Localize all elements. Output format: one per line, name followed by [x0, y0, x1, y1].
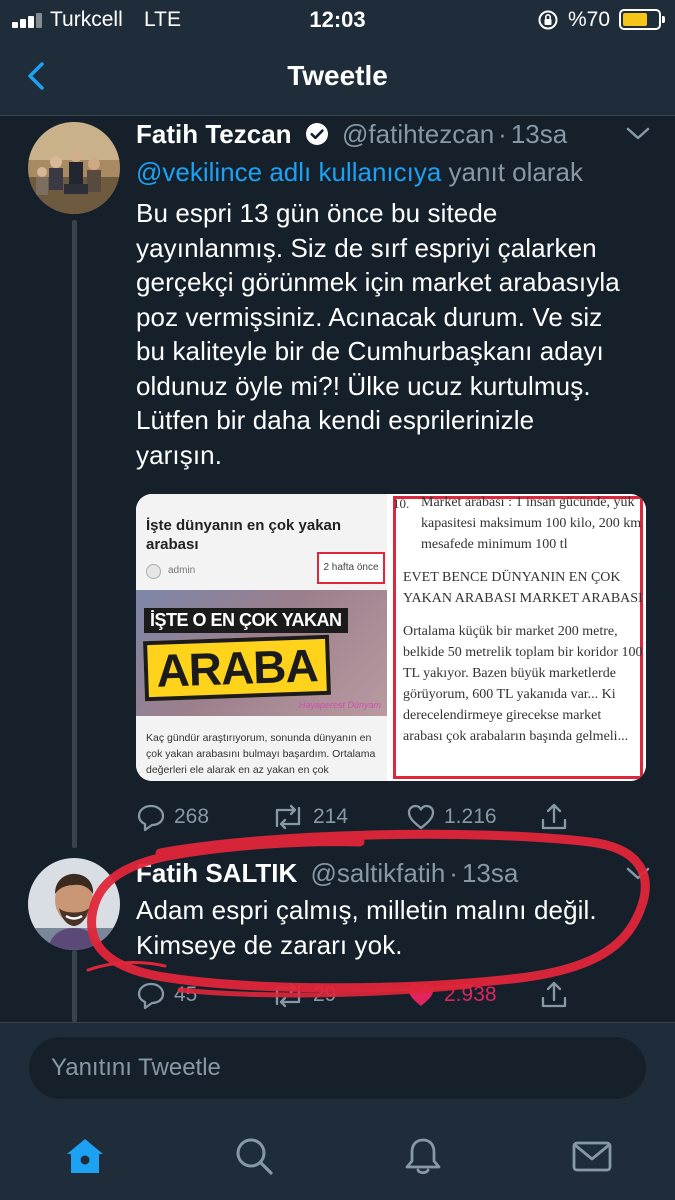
tweet-actions: 268 214 1.216 [136, 799, 656, 835]
status-bar: Turkcell LTE 12:03 %70 [0, 0, 675, 40]
reply-suffix: yanıt olarak [448, 157, 583, 187]
avatar[interactable] [28, 122, 120, 214]
tweet-time: 13sa [461, 858, 519, 888]
banner-headline: İŞTE O EN ÇOK YAKAN [144, 608, 348, 633]
reply-input[interactable] [29, 1037, 646, 1099]
media-image-right[interactable]: 10. Market arabası : 1 insan gücünde, yü… [391, 494, 646, 781]
author-avatar-icon [146, 564, 161, 579]
orientation-lock-icon [538, 10, 558, 30]
display-name[interactable]: Fatih SALTIK [136, 858, 297, 888]
tweet-text: Adam espri çalmış, milletin malını değil… [136, 895, 597, 960]
reply-count: 45 [174, 983, 198, 1006]
tweet-header: Fatih Tezcan @fatihtezcan · 13sa [136, 119, 567, 150]
like-count: 1.216 [444, 805, 497, 828]
top-header: Tweetle [0, 40, 675, 116]
heart-filled-icon [409, 984, 433, 1006]
tweet-media[interactable]: İşte dünyanın en çok yakan arabası admin… [136, 494, 646, 781]
reply-button[interactable]: 268 [136, 799, 209, 835]
bell-icon[interactable] [401, 1134, 445, 1178]
like-button[interactable]: 2.938 [406, 977, 497, 1013]
home-icon[interactable] [63, 1134, 107, 1178]
user-handle[interactable]: @fatihtezcan [342, 119, 494, 149]
tweet-header: Fatih SALTIK @saltikfatih · 13sa [136, 858, 518, 889]
excerpt-paragraph: Market arabası : 1 insan gücünde, yük ka… [421, 495, 642, 552]
retweet-icon [275, 982, 301, 1008]
retweet-count: 214 [313, 805, 349, 828]
thread-line [72, 220, 77, 848]
excerpt-paragraph: Ortalama küçük bir market 200 metre, bel… [403, 624, 643, 744]
separator-dot: · [498, 119, 507, 149]
tweet-text: Bu espri 13 gün önce bu sitede yayınlanm… [136, 198, 620, 470]
retweet-button[interactable]: 29 [271, 977, 336, 1013]
banner-big-text: ARABA [143, 634, 331, 702]
like-button[interactable]: 1.216 [406, 799, 497, 835]
user-handle[interactable]: @saltikfatih [311, 858, 446, 888]
article-title: İşte dünyanın en çok yakan arabası [146, 517, 342, 553]
retweet-icon [275, 804, 301, 830]
article-author: admin [168, 565, 196, 576]
reply-context: @vekilince adlı kullanıcıya yanıt olarak [136, 157, 583, 188]
battery-percent: %70 [568, 8, 611, 31]
reply-to-link[interactable]: @vekilince adlı kullanıcıya [136, 157, 441, 187]
page-title: Tweetle [287, 60, 388, 91]
reply-button[interactable]: 45 [136, 977, 197, 1013]
retweet-count: 29 [313, 983, 337, 1006]
share-button[interactable] [539, 799, 569, 835]
chevron-down-icon[interactable] [625, 126, 651, 142]
article-excerpt: Market arabası : 1 insan gücünde, yük ka… [403, 495, 643, 759]
search-icon[interactable] [232, 1134, 276, 1178]
separator-dot: · [449, 858, 458, 888]
chevron-down-icon[interactable] [625, 866, 651, 882]
share-button[interactable] [539, 977, 569, 1013]
avatar[interactable] [28, 858, 120, 950]
banner-signature: Hayaperest Dünyam [298, 700, 381, 710]
display-name[interactable]: Fatih Tezcan [136, 119, 292, 149]
verified-badge-icon [305, 123, 328, 145]
media-image-left[interactable]: İşte dünyanın en çok yakan arabası admin… [136, 494, 387, 781]
excerpt-heading: EVET BENCE DÜNYANIN EN ÇOK YAKAN ARABASI… [403, 570, 643, 606]
thread-line [72, 950, 77, 1022]
tweet-actions: 45 29 2.938 [136, 977, 656, 1013]
bottom-tab-bar [0, 1114, 675, 1200]
reply-count: 268 [174, 805, 210, 828]
article-date: 2 hafta önce [317, 552, 385, 584]
reply-bar [0, 1022, 675, 1114]
article-banner: İŞTE O EN ÇOK YAKAN ARABA Hayaperest Dün… [136, 590, 387, 716]
reply-icon [137, 804, 165, 832]
reply-icon [137, 982, 165, 1010]
article-body: Kaç gündür araştırıyorum, sonunda dünyan… [146, 732, 376, 776]
battery-icon [619, 9, 665, 30]
heart-icon [407, 804, 435, 830]
share-icon [541, 803, 567, 830]
share-icon [541, 981, 567, 1008]
mail-icon[interactable] [570, 1134, 614, 1178]
like-count: 2.938 [444, 983, 497, 1006]
tweet-time: 13sa [510, 119, 568, 149]
retweet-button[interactable]: 214 [271, 799, 348, 835]
